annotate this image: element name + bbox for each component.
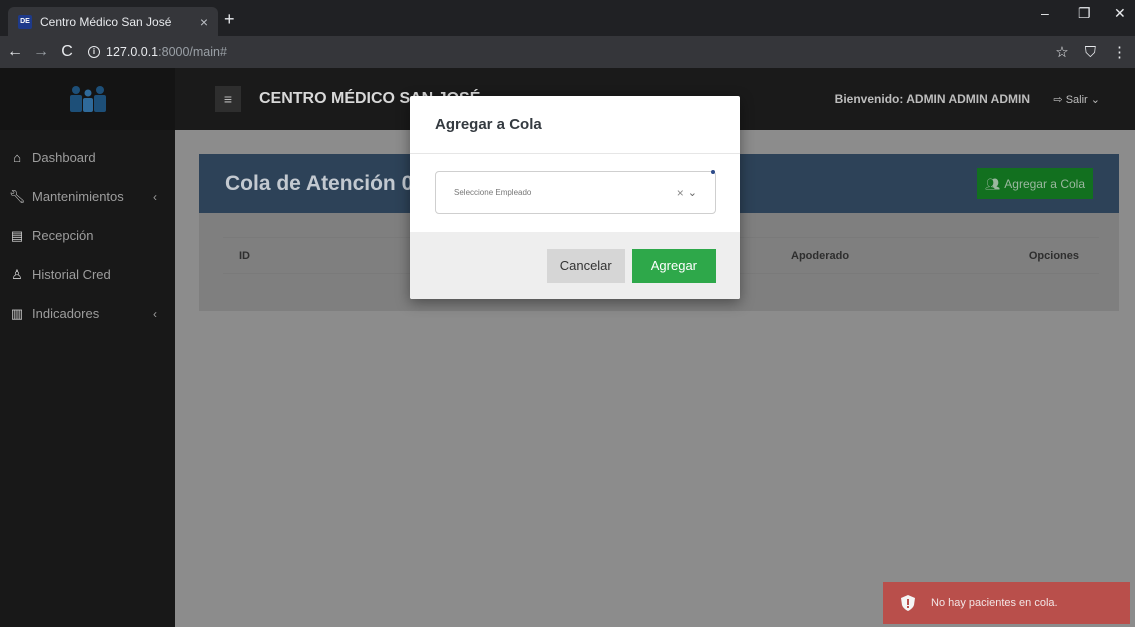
- employee-select-placeholder: Seleccione Empleado: [454, 188, 532, 197]
- chevron-down-icon: ⌄: [1090, 93, 1100, 106]
- sidebar-item-dashboard[interactable]: ⌂ Dashboard: [0, 138, 175, 177]
- sidebar-item-recepcion[interactable]: ▤ Recepción: [0, 216, 175, 255]
- sidebar-item-label: Indicadores: [32, 306, 100, 321]
- sidebar-item-label: Mantenimientos: [32, 189, 124, 204]
- restore-icon[interactable]: ❐: [1078, 5, 1091, 22]
- employee-select[interactable]: Seleccione Empleado × ⌄: [435, 170, 716, 214]
- error-toast[interactable]: No hay pacientes en cola.: [883, 582, 1130, 624]
- incognito-icon[interactable]: ⛉: [1085, 44, 1096, 61]
- sidebar: ⌂ Dashboard 🔧︎ Mantenimientos ‹ ▤ Recepc…: [0, 68, 175, 627]
- toast-message: No hay pacientes en cola.: [931, 597, 1058, 609]
- home-icon: ⌂: [13, 150, 21, 165]
- add-queue-button[interactable]: 👥︎ Agregar a Cola: [977, 168, 1093, 199]
- sidebar-item-mantenimientos[interactable]: 🔧︎ Mantenimientos ‹: [0, 177, 175, 216]
- logout-icon: ⇨: [1053, 93, 1066, 106]
- new-tab-button[interactable]: +: [224, 9, 235, 30]
- chevron-left-icon: ‹: [153, 189, 157, 204]
- favicon-icon: DE: [18, 14, 32, 29]
- column-header-id: ID: [239, 249, 250, 262]
- close-window-icon[interactable]: ✕: [1114, 5, 1126, 22]
- add-button[interactable]: Agregar: [631, 248, 716, 283]
- chevron-down-icon[interactable]: ⌄: [688, 186, 697, 199]
- brand-logo[interactable]: [0, 68, 175, 130]
- modal-body: Seleccione Empleado × ⌄: [410, 154, 740, 232]
- info-icon[interactable]: i: [88, 46, 100, 58]
- sidebar-item-historial-cred[interactable]: ♙ Historial Cred: [0, 255, 175, 294]
- bookmark-star-icon[interactable]: ☆: [1055, 43, 1068, 61]
- column-header-opciones: Opciones: [1028, 249, 1079, 262]
- url-host: 127.0.0.1: [106, 45, 159, 59]
- reload-icon[interactable]: C: [56, 43, 78, 61]
- family-logo-icon: [69, 86, 106, 112]
- minimize-icon[interactable]: –: [1041, 5, 1049, 21]
- shield-alert-icon: [901, 595, 915, 611]
- modal-header: Agregar a Cola: [410, 96, 740, 154]
- welcome-text: Bienvenido: ADMIN ADMIN ADMIN: [834, 92, 1030, 106]
- browser-toolbar: ← → C i 127.0.0.1 :8000/main# ☆ ⛉ ⋮: [0, 36, 1135, 68]
- add-queue-label: Agregar a Cola: [1004, 176, 1085, 191]
- focus-marker: [711, 170, 715, 174]
- sidebar-item-label: Dashboard: [32, 150, 96, 165]
- browser-menu-icon[interactable]: ⋮: [1112, 43, 1127, 61]
- users-icon: 👥︎: [985, 176, 1001, 191]
- modal-title: Agregar a Cola: [435, 116, 542, 133]
- sidebar-item-label: Historial Cred: [32, 267, 111, 282]
- add-to-queue-modal: Agregar a Cola Seleccione Empleado × ⌄ C…: [410, 96, 740, 299]
- sidebar-item-label: Recepción: [32, 228, 94, 243]
- modal-footer: Cancelar Agregar: [410, 232, 740, 299]
- address-bar[interactable]: i 127.0.0.1 :8000/main#: [88, 45, 227, 59]
- clear-icon[interactable]: ×: [677, 186, 684, 200]
- cancel-button[interactable]: Cancelar: [546, 248, 625, 283]
- user-icon: ♙: [11, 266, 23, 282]
- browser-tab[interactable]: DE Centro Médico San José ×: [8, 7, 218, 36]
- tab-title: Centro Médico San José: [40, 14, 172, 29]
- column-header-apoderado: Apoderado: [791, 249, 850, 262]
- forward-icon[interactable]: →: [30, 43, 52, 61]
- browser-tabstrip: DE Centro Médico San José × + – ❐ ✕: [0, 0, 1135, 36]
- hamburger-menu-icon[interactable]: ≡: [215, 86, 241, 112]
- logout-button[interactable]: ⇨ Salir ⌄: [1053, 93, 1100, 106]
- bar-chart-icon: ▥: [10, 305, 24, 321]
- chevron-left-icon: ‹: [153, 306, 157, 321]
- sidebar-item-indicadores[interactable]: ▥ Indicadores ‹: [0, 294, 175, 333]
- clipboard-icon: ▤: [10, 227, 24, 243]
- back-icon[interactable]: ←: [4, 43, 26, 61]
- logout-label: Salir: [1065, 93, 1088, 106]
- tab-close-icon[interactable]: ×: [200, 14, 208, 30]
- wrench-icon: 🔧︎: [8, 188, 26, 204]
- url-path: :8000/main#: [158, 45, 227, 59]
